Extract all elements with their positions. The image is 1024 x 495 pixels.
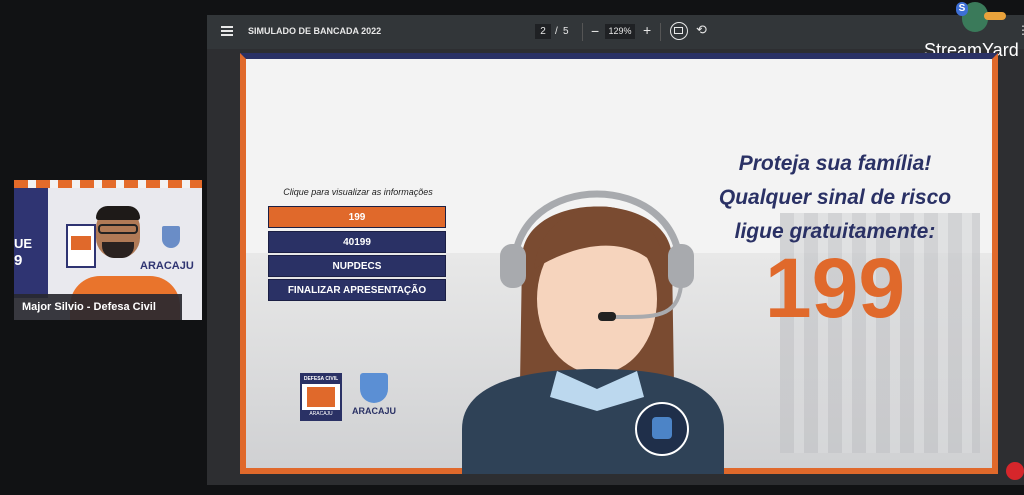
page-number-input[interactable]: 2 <box>535 24 551 39</box>
wall-banner-number: 9 <box>14 252 23 269</box>
wall-city-crest <box>154 226 188 254</box>
city-crest-logo <box>360 373 388 403</box>
page-separator: / <box>555 26 558 37</box>
defesa-logo-bottom-text: ARACAJU <box>302 410 340 419</box>
city-logo-label: ARACAJU <box>352 406 397 416</box>
defesa-logo-top-text: DEFESA CIVIL <box>302 375 340 384</box>
banner-stripe <box>14 180 202 188</box>
headline-line-2: Qualquer sinal de risco <box>718 186 952 209</box>
headline-line-1: Proteja sua família! <box>738 152 932 175</box>
person-silhouette <box>88 206 148 286</box>
menu-button-40199[interactable]: 40199 <box>268 231 446 253</box>
toolbar-divider-2 <box>660 23 661 41</box>
menu-caption: Clique para visualizar as informações <box>283 187 433 197</box>
presentation-slide: Clique para visualizar as informações 19… <box>240 53 998 474</box>
zoom-out-icon[interactable]: − <box>591 24 599 38</box>
participant-name-label: Major Silvio - Defesa Civil <box>14 294 182 320</box>
zoom-in-icon[interactable]: + <box>643 23 651 37</box>
document-title: SIMULADO DE BANCADA 2022 <box>248 26 382 36</box>
zoom-level-input[interactable]: 129% <box>605 24 635 39</box>
participant-video-tile[interactable]: UE 9 ARACAJU Major Silvio - Defesa Civil <box>14 180 202 320</box>
page-total: 5 <box>563 26 569 37</box>
call-center-agent-illustration <box>462 149 732 474</box>
wall-banner-text: UE <box>14 236 33 251</box>
wall-city-label: ARACAJU <box>140 260 194 272</box>
streamyard-logo-mascot: S <box>952 0 1006 38</box>
emergency-number: 199 <box>764 241 906 335</box>
more-options-icon[interactable]: ⋮ <box>1017 24 1024 36</box>
menu-icon[interactable] <box>221 26 233 36</box>
pdf-toolbar: SIMULADO DE BANCADA 2022 2 / 5 − 129% + … <box>207 15 1024 49</box>
menu-button-finalizar[interactable]: FINALIZAR APRESENTAÇÃO <box>268 279 446 301</box>
fit-page-icon[interactable] <box>670 22 688 40</box>
defesa-logo-emblem <box>307 387 335 407</box>
defesa-civil-logo: DEFESA CIVIL ARACAJU <box>300 373 342 421</box>
headline: Proteja sua família! Qualquer sinal de r… <box>710 147 960 249</box>
wall-banner: UE 9 <box>14 188 48 298</box>
recording-indicator <box>1006 462 1024 480</box>
rotate-icon[interactable]: ⟲ <box>696 23 707 37</box>
toolbar-divider <box>582 23 583 41</box>
menu-button-199[interactable]: 199 <box>268 206 446 228</box>
menu-button-nupdecs[interactable]: NUPDECS <box>268 255 446 277</box>
